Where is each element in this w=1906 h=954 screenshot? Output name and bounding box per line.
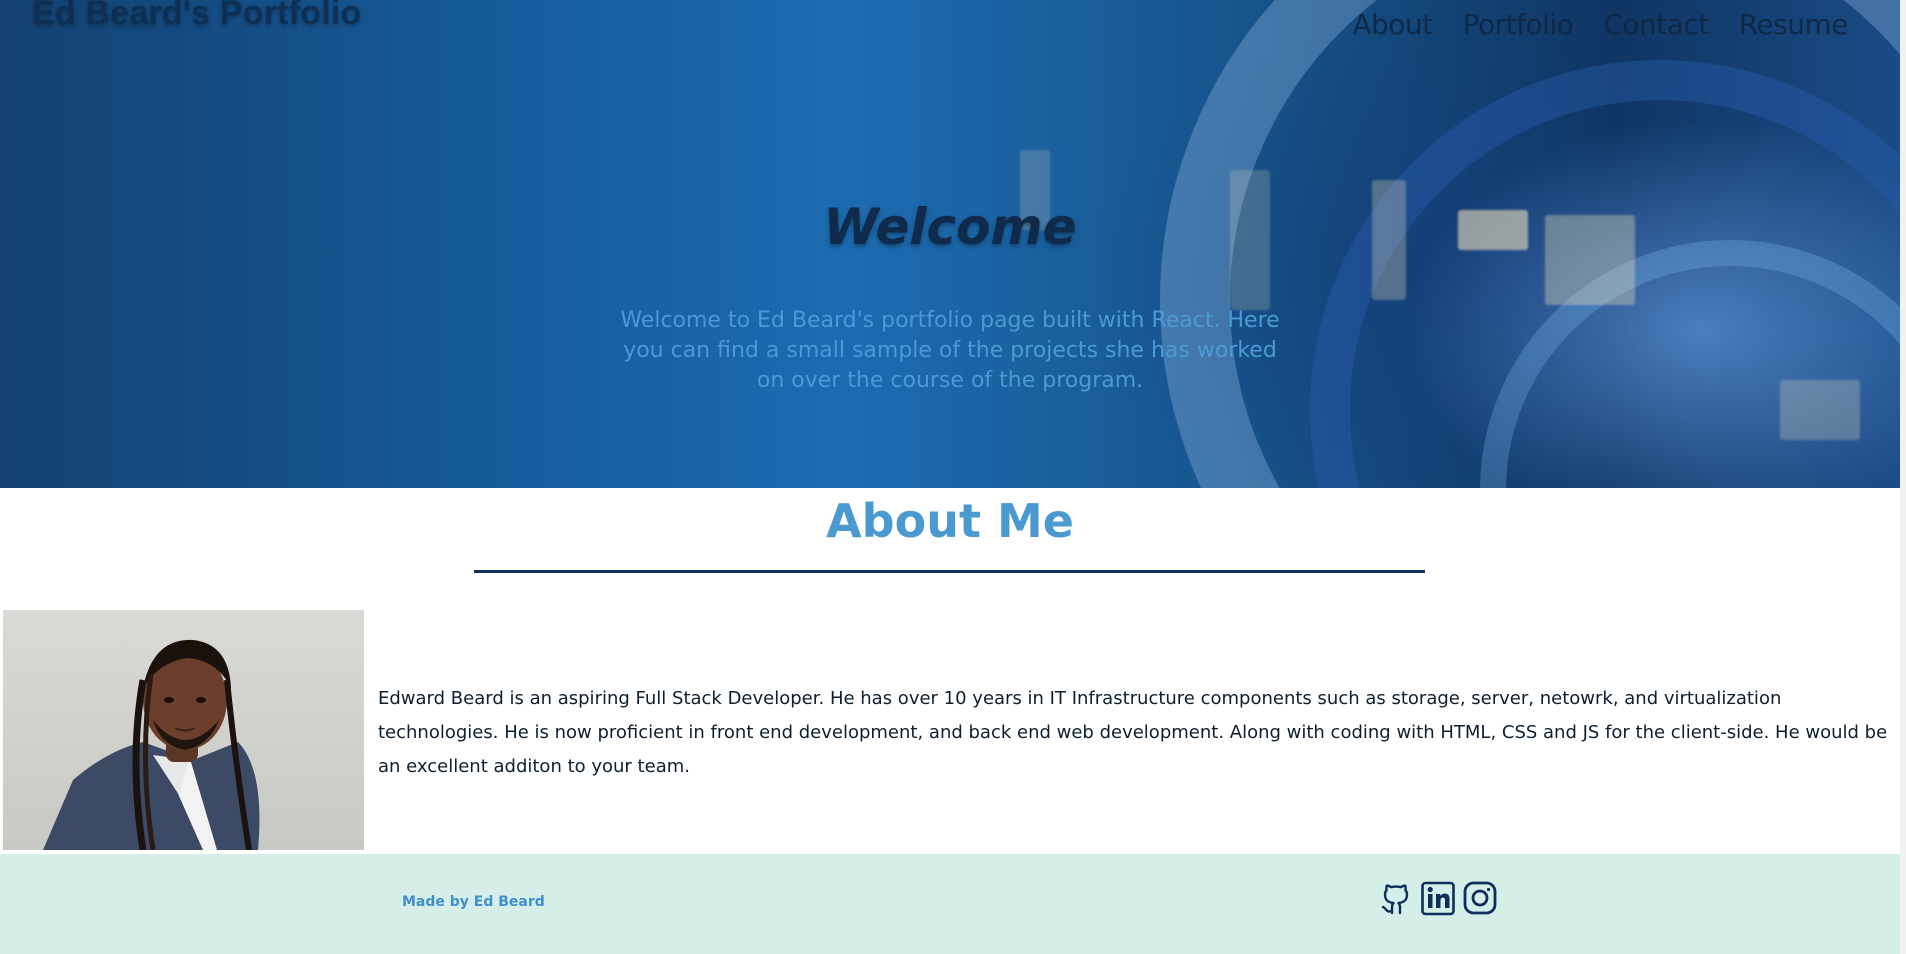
instagram-icon[interactable] <box>1462 880 1498 916</box>
social-links <box>1378 880 1498 916</box>
nav-contact[interactable]: Contact <box>1603 8 1709 41</box>
main-nav: About Portfolio Contact Resume <box>1352 8 1848 41</box>
about-heading: About Me <box>826 494 1074 548</box>
page-scrollbar[interactable] <box>1900 0 1906 954</box>
welcome-text: Welcome to Ed Beard's portfolio page bui… <box>620 308 1280 393</box>
city-light <box>1780 380 1860 440</box>
nav-portfolio[interactable]: Portfolio <box>1463 8 1574 41</box>
profile-photo-illustration <box>43 639 260 850</box>
nav-about[interactable]: About <box>1352 8 1433 41</box>
profile-photo <box>3 610 364 850</box>
footer: Made by Ed Beard <box>0 854 1900 954</box>
about-divider <box>474 570 1425 573</box>
footer-credit: Made by Ed Beard <box>402 894 545 910</box>
about-bio: Edward Beard is an aspiring Full Stack D… <box>378 688 1888 777</box>
linkedin-icon[interactable] <box>1420 880 1456 916</box>
hero-banner: Ed Beard's Portfolio About Portfolio Con… <box>0 0 1900 488</box>
site-title[interactable]: Ed Beard's Portfolio <box>32 0 361 33</box>
welcome-title: Welcome <box>823 198 1077 256</box>
nav-resume[interactable]: Resume <box>1739 8 1849 41</box>
github-icon[interactable] <box>1378 880 1414 916</box>
